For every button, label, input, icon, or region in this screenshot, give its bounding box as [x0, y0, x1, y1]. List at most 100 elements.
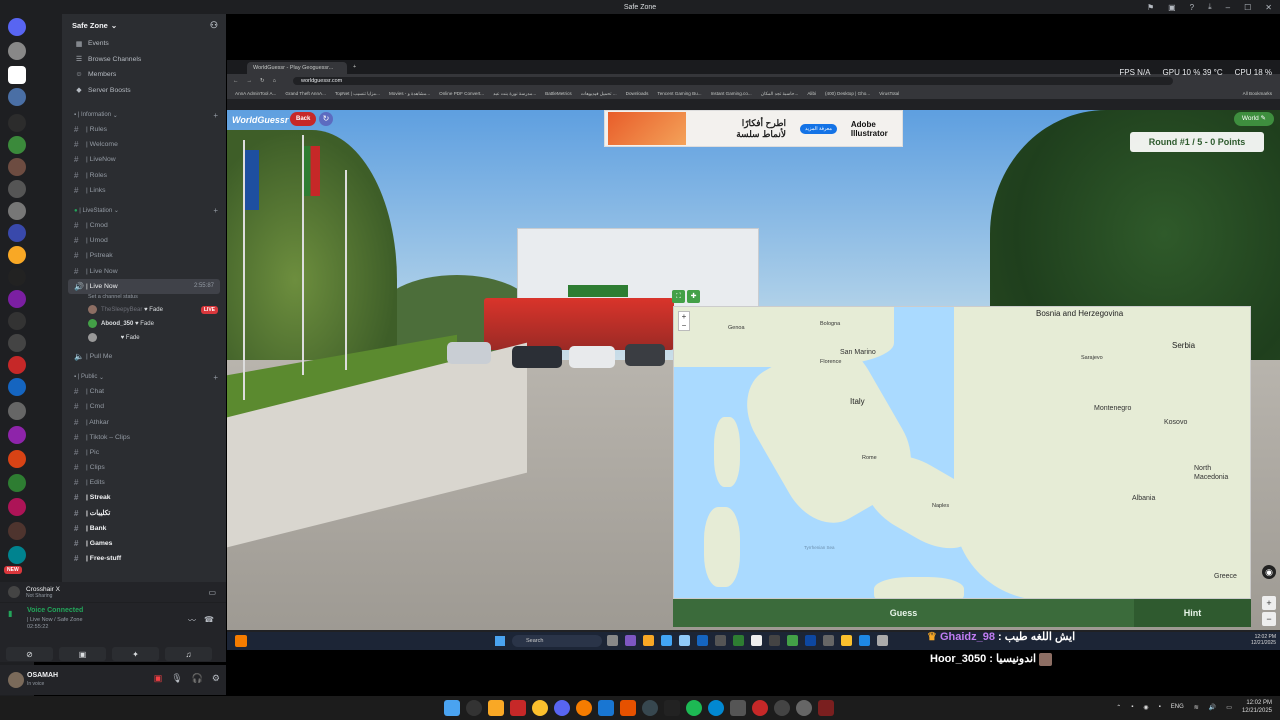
back-arrow-icon[interactable]: ←	[233, 78, 239, 84]
channel-pic[interactable]: # | Pic	[62, 445, 226, 460]
noise-suppression-icon[interactable]: 〰	[188, 615, 196, 626]
spotify-icon[interactable]	[686, 700, 702, 716]
server-icon[interactable]	[8, 498, 26, 516]
voice-channel-live-now[interactable]: 🔊 | Live Now 2:55:87	[68, 278, 220, 294]
voice-user[interactable]: Abood_350 ♥ Fade	[62, 317, 226, 331]
voice-channel-pull-me[interactable]: 🔈 | Pull Me	[62, 349, 226, 364]
bookmark[interactable]: مدرسة نورة بنت عبد...	[493, 91, 536, 97]
nav-server-boosts[interactable]: ◆ Server Boosts	[62, 83, 226, 99]
streetview-panorama[interactable]: WorldGuessr Back ↻ اطرح أفكارًا لأنماط س…	[227, 110, 1280, 630]
channel-clips[interactable]: # | Clips	[62, 460, 226, 475]
guess-button[interactable]: Guess	[673, 599, 1134, 627]
channel-chat[interactable]: # | Chat	[62, 384, 226, 399]
channel-cmd[interactable]: # | Cmd	[62, 399, 226, 414]
bookmark[interactable]: Tencent Gaming Bu...	[657, 91, 701, 96]
app-icon[interactable]	[715, 635, 726, 646]
channel-welcome[interactable]: # | Welcome	[62, 137, 226, 152]
nav-events[interactable]: ▦ Events	[62, 36, 226, 52]
taskbar-clock[interactable]: 12:02 PM 12/21/2025	[1242, 699, 1272, 715]
server-icon[interactable]	[8, 402, 26, 420]
bookmark[interactable]: Movies - مشاهدة و...	[389, 91, 430, 97]
server-icon[interactable]	[8, 356, 26, 374]
app-icon[interactable]	[823, 635, 834, 646]
bookmark[interactable]: Online PDF Convert...	[439, 91, 484, 96]
reload-icon[interactable]: ↻	[260, 78, 265, 84]
map-zoom[interactable]: + −	[678, 311, 690, 331]
channel-umod[interactable]: # | Umod	[62, 233, 226, 248]
category-information[interactable]: ▪ | Information ⌄ +	[62, 108, 226, 122]
server-icon[interactable]	[8, 246, 26, 264]
app-icon[interactable]	[733, 635, 744, 646]
browser-tab[interactable]: WorldGuessr - Play Geoguessr...	[247, 62, 347, 74]
nav-members[interactable]: ☺ Members	[62, 67, 226, 83]
bookmark[interactable]: VirusTotal	[879, 91, 899, 96]
user-name[interactable]: OSAMAH	[27, 672, 58, 679]
add-channel-icon[interactable]: +	[213, 206, 218, 215]
bookmark[interactable]: حاسبة تجد المكان...	[761, 91, 799, 97]
bookmark[interactable]: Downloads	[626, 91, 649, 96]
bookmark[interactable]: تحميل فيديوهات ...	[581, 91, 617, 97]
bookmark[interactable]: Alibi	[807, 91, 816, 96]
bookmark-all[interactable]: All Bookmarks	[1243, 91, 1272, 96]
channel-free-stuff[interactable]: # | Free-stuff	[62, 551, 226, 566]
server-icon[interactable]	[8, 268, 26, 286]
bookmark[interactable]: Instant Gaming.co...	[711, 91, 752, 96]
server-icon[interactable]	[8, 426, 26, 444]
channel-rules[interactable]: # | Rules	[62, 122, 226, 137]
nav-browse-channels[interactable]: ☰ Browse Channels	[62, 52, 226, 68]
server-icon[interactable]	[8, 66, 26, 84]
soundboard-button[interactable]: ♫	[165, 647, 212, 661]
home-icon[interactable]: ⌂	[273, 78, 276, 84]
avatar[interactable]	[8, 672, 24, 688]
app-icon[interactable]	[625, 635, 636, 646]
app-icon[interactable]	[576, 700, 592, 716]
camera-off-button[interactable]: ⊘	[6, 647, 53, 661]
channel-live-now[interactable]: # | Live Now	[62, 264, 226, 279]
ad-learn-more[interactable]: معرفة المزيد	[800, 123, 837, 134]
activities-button[interactable]: ✦	[112, 647, 159, 661]
headphones-icon[interactable]: 🎧	[192, 673, 203, 684]
category-public[interactable]: ▪ | Public ⌄ +	[62, 370, 226, 384]
channel-pstreak[interactable]: # | Pstreak	[62, 248, 226, 263]
windows-start-icon[interactable]	[444, 700, 460, 716]
disconnect-icon[interactable]: ☎	[204, 615, 214, 624]
invite-icon[interactable]: ⚇	[210, 20, 218, 31]
add-channel-icon[interactable]: +	[213, 111, 218, 120]
app-icon[interactable]	[859, 635, 870, 646]
bookmark[interactable]: BattleMetrics	[545, 91, 572, 96]
share-screen-button[interactable]: ▣	[59, 647, 106, 661]
server-icon[interactable]	[8, 158, 26, 176]
inbox-icon[interactable]: ⚑	[1147, 3, 1154, 12]
wifi-icon[interactable]: ≋	[1194, 704, 1199, 711]
voice-user[interactable]: ♥ Fade	[62, 331, 226, 345]
help-icon[interactable]: ?	[1190, 3, 1194, 12]
add-channel-icon[interactable]: +	[213, 373, 218, 382]
server-icon[interactable]	[8, 450, 26, 468]
channel-athkar[interactable]: # | Athkar	[62, 414, 226, 429]
gear-icon[interactable]: ⚙	[212, 673, 220, 684]
zoom-out-icon[interactable]: −	[1262, 612, 1276, 626]
bookmark[interactable]: AnnA AdminTool A...	[235, 91, 276, 96]
server-icon[interactable]	[8, 180, 26, 198]
tray-icon[interactable]: ◉	[1143, 704, 1148, 711]
windows-start-icon[interactable]	[495, 636, 505, 646]
taskbar-search[interactable]: Search	[512, 635, 602, 647]
new-tab-icon[interactable]: +	[353, 64, 356, 70]
server-icon[interactable]	[8, 378, 26, 396]
pin-map-icon[interactable]: ✚	[687, 290, 700, 303]
app-icon[interactable]	[752, 700, 768, 716]
app-icon[interactable]	[805, 635, 816, 646]
maximize-button[interactable]: ☐	[1244, 3, 1251, 12]
app-icon[interactable]	[708, 700, 724, 716]
server-icon[interactable]	[8, 522, 26, 540]
battery-icon[interactable]: ▭	[1226, 704, 1232, 711]
close-button[interactable]: ✕	[1265, 3, 1272, 12]
app-icon[interactable]	[796, 700, 812, 716]
app-icon[interactable]	[679, 635, 690, 646]
server-icon[interactable]	[8, 114, 26, 132]
weather-icon[interactable]	[235, 635, 247, 647]
tray-icon[interactable]: ▪	[1159, 704, 1161, 710]
server-icon[interactable]	[8, 224, 26, 242]
microphone-icon[interactable]: 🎙	[171, 673, 182, 684]
app-icon[interactable]	[664, 700, 680, 716]
